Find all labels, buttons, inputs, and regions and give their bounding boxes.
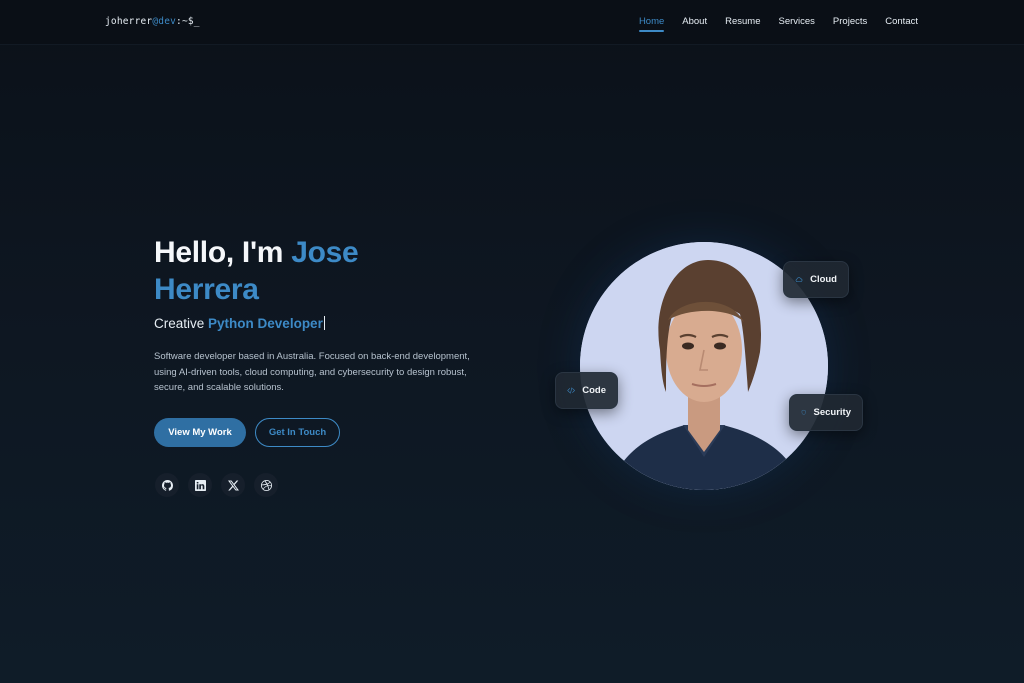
view-my-work-button[interactable]: View My Work <box>154 418 246 447</box>
dribbble-link[interactable] <box>254 473 278 497</box>
nav-contact[interactable]: Contact <box>885 16 918 27</box>
typing-cursor <box>323 316 326 330</box>
shield-icon <box>801 410 806 415</box>
github-icon <box>161 479 173 491</box>
linkedin-icon <box>194 479 206 491</box>
logo-path: :~$_ <box>176 16 200 27</box>
navbar: joherrer@dev:~$_ Home About Resume Servi… <box>0 0 1024 45</box>
hero-greeting: Hello, I'm <box>154 236 284 269</box>
nav-home[interactable]: Home <box>638 16 665 32</box>
nav-about[interactable]: About <box>682 16 707 27</box>
cloud-label: Cloud <box>810 274 837 285</box>
cloud-chip: Cloud <box>783 261 849 298</box>
code-icon <box>567 387 575 394</box>
linkedin-link[interactable] <box>188 473 212 497</box>
main-nav: Home About Resume Services Projects Cont… <box>638 16 918 32</box>
subtitle-prefix: Creative <box>154 316 205 331</box>
get-in-touch-button[interactable]: Get In Touch <box>255 418 340 447</box>
dribbble-icon <box>260 479 272 491</box>
x-icon <box>227 480 239 490</box>
nav-resume[interactable]: Resume <box>725 16 760 27</box>
cloud-icon <box>795 277 803 282</box>
security-label: Security <box>813 407 852 418</box>
hero-description: Software developer based in Australia. F… <box>154 351 470 394</box>
logo-user: joherrer <box>105 16 153 27</box>
logo-host: @dev <box>152 16 177 27</box>
site-logo[interactable]: joherrer@dev:~$_ <box>105 16 200 27</box>
hero-subtitle: Creative Python Developer <box>154 316 326 331</box>
github-link[interactable] <box>155 473 179 497</box>
x-link[interactable] <box>221 473 245 497</box>
nav-services[interactable]: Services <box>778 16 814 27</box>
security-chip: Security <box>789 394 863 431</box>
code-label: Code <box>582 385 606 396</box>
social-links <box>155 473 278 497</box>
hero-title: Hello, I'm Jose Herrera <box>154 234 454 308</box>
nav-projects[interactable]: Projects <box>833 16 867 27</box>
code-chip: Code <box>555 372 618 409</box>
subtitle-role: Python Developer <box>208 316 323 331</box>
